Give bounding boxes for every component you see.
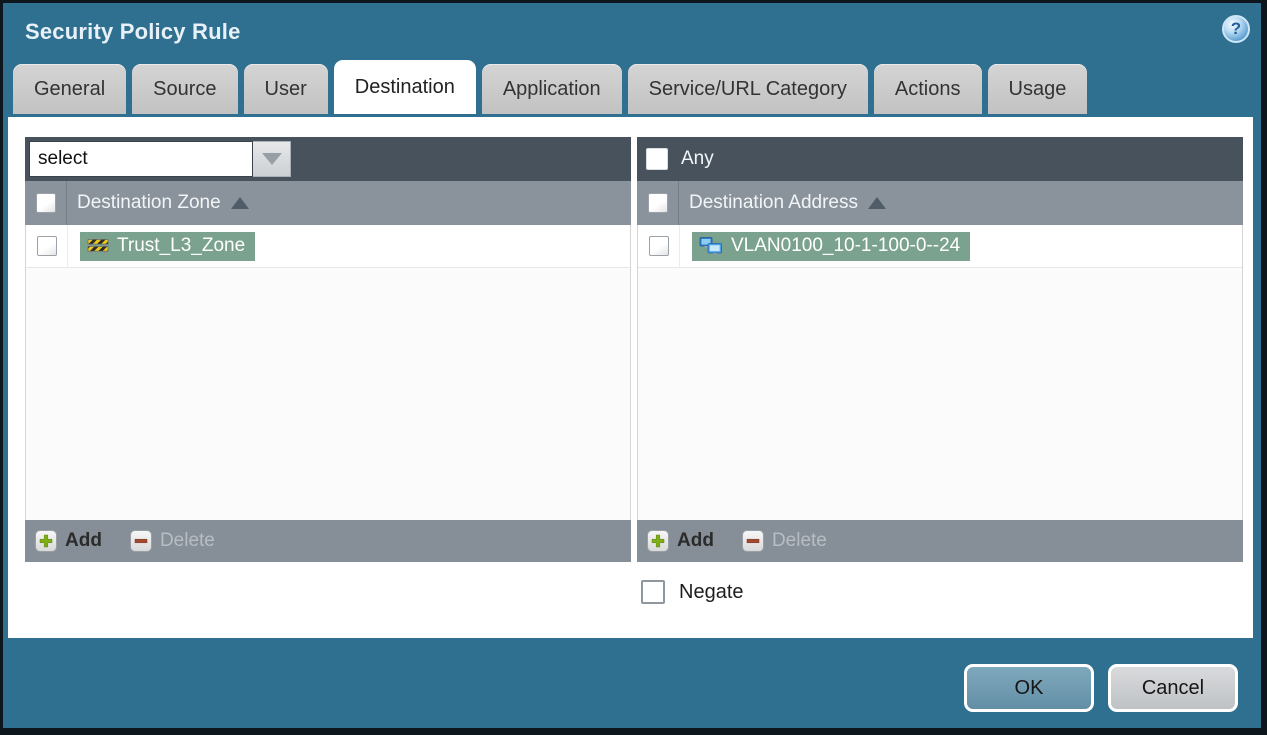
zone-add-label: Add	[65, 530, 102, 551]
tab-actions[interactable]: Actions	[873, 64, 982, 114]
address-table-body: VLAN0100_10-1-100-0--24	[637, 225, 1243, 520]
address-panel-toolbar: Any	[637, 137, 1243, 181]
zone-row-checkbox-cell	[26, 225, 68, 267]
security-policy-rule-dialog: Security Policy Rule ? General Source Us…	[0, 0, 1267, 735]
zone-panel-toolbar	[25, 137, 631, 181]
sort-ascending-icon[interactable]	[230, 197, 249, 209]
tab-user[interactable]: User	[243, 64, 328, 114]
address-add-button[interactable]: Add	[647, 530, 714, 552]
tab-service-url-category[interactable]: Service/URL Category	[627, 64, 868, 114]
any-label: Any	[681, 148, 714, 169]
destination-zone-panel: Destination Zone	[25, 137, 631, 562]
tab-usage[interactable]: Usage	[987, 64, 1088, 114]
negate-label: Negate	[679, 580, 744, 603]
zone-select-all-checkbox[interactable]	[35, 193, 56, 213]
zone-delete-label: Delete	[159, 530, 215, 551]
table-row: Trust_L3_Zone	[26, 225, 630, 268]
zone-add-button[interactable]: Add	[35, 530, 102, 552]
help-icon[interactable]: ?	[1222, 15, 1250, 43]
address-panel-actions: Add Delete	[637, 520, 1243, 562]
sort-ascending-icon[interactable]	[868, 197, 886, 209]
delete-icon	[129, 530, 152, 552]
zone-row-checkbox[interactable]	[36, 236, 57, 256]
address-delete-label: Delete	[771, 530, 827, 551]
zone-header-checkbox-cell	[25, 181, 67, 225]
address-delete-button[interactable]: Delete	[741, 530, 827, 552]
zone-delete-button[interactable]: Delete	[129, 530, 215, 552]
zone-panel-actions: Add Delete	[25, 520, 631, 562]
zone-object-label: Trust_L3_Zone	[117, 234, 246, 256]
any-checkbox[interactable]	[646, 148, 668, 170]
address-column-title[interactable]: Destination Address	[689, 192, 858, 214]
zone-column-title[interactable]: Destination Zone	[77, 192, 221, 214]
zone-object-trust-l3-zone[interactable]: Trust_L3_Zone	[80, 231, 256, 261]
dialog-footer: OK Cancel	[964, 664, 1238, 712]
tab-general[interactable]: General	[13, 64, 127, 114]
ok-button[interactable]: OK	[964, 664, 1094, 712]
address-object-vlan0100[interactable]: VLAN0100_10-1-100-0--24	[692, 231, 971, 261]
zone-select-input[interactable]	[29, 141, 253, 177]
title-bar: Security Policy Rule ?	[3, 3, 1261, 60]
zone-select-combo	[29, 141, 291, 177]
address-object-label: VLAN0100_10-1-100-0--24	[731, 234, 961, 256]
address-header-checkbox-cell	[637, 181, 679, 225]
chevron-down-icon	[261, 153, 282, 165]
negate-checkbox[interactable]	[641, 580, 665, 604]
address-add-label: Add	[677, 530, 714, 551]
add-icon	[647, 530, 669, 552]
address-row-checkbox[interactable]	[648, 236, 669, 256]
tab-application[interactable]: Application	[481, 64, 622, 114]
tab-bar: General Source User Destination Applicat…	[3, 60, 1261, 114]
zone-table-header: Destination Zone	[25, 181, 631, 225]
address-row-checkbox-cell	[638, 225, 680, 267]
negate-option: Negate	[641, 580, 1253, 604]
tab-destination[interactable]: Destination	[333, 60, 476, 114]
zone-icon	[87, 238, 109, 254]
tab-source[interactable]: Source	[132, 64, 238, 114]
address-select-all-checkbox[interactable]	[647, 193, 668, 213]
table-row: VLAN0100_10-1-100-0--24	[638, 225, 1242, 268]
zone-table-body: Trust_L3_Zone	[25, 225, 631, 520]
address-icon	[699, 236, 722, 255]
dialog-title: Security Policy Rule	[25, 18, 241, 44]
delete-icon	[741, 530, 764, 552]
destination-tab-content: Destination Zone	[8, 117, 1253, 638]
add-icon	[35, 530, 57, 552]
cancel-button[interactable]: Cancel	[1108, 664, 1238, 712]
destination-address-panel: Any Destination Address VLAN0100_10-1-10…	[637, 137, 1243, 562]
address-table-header: Destination Address	[637, 181, 1243, 225]
zone-select-dropdown-button[interactable]	[253, 141, 291, 177]
